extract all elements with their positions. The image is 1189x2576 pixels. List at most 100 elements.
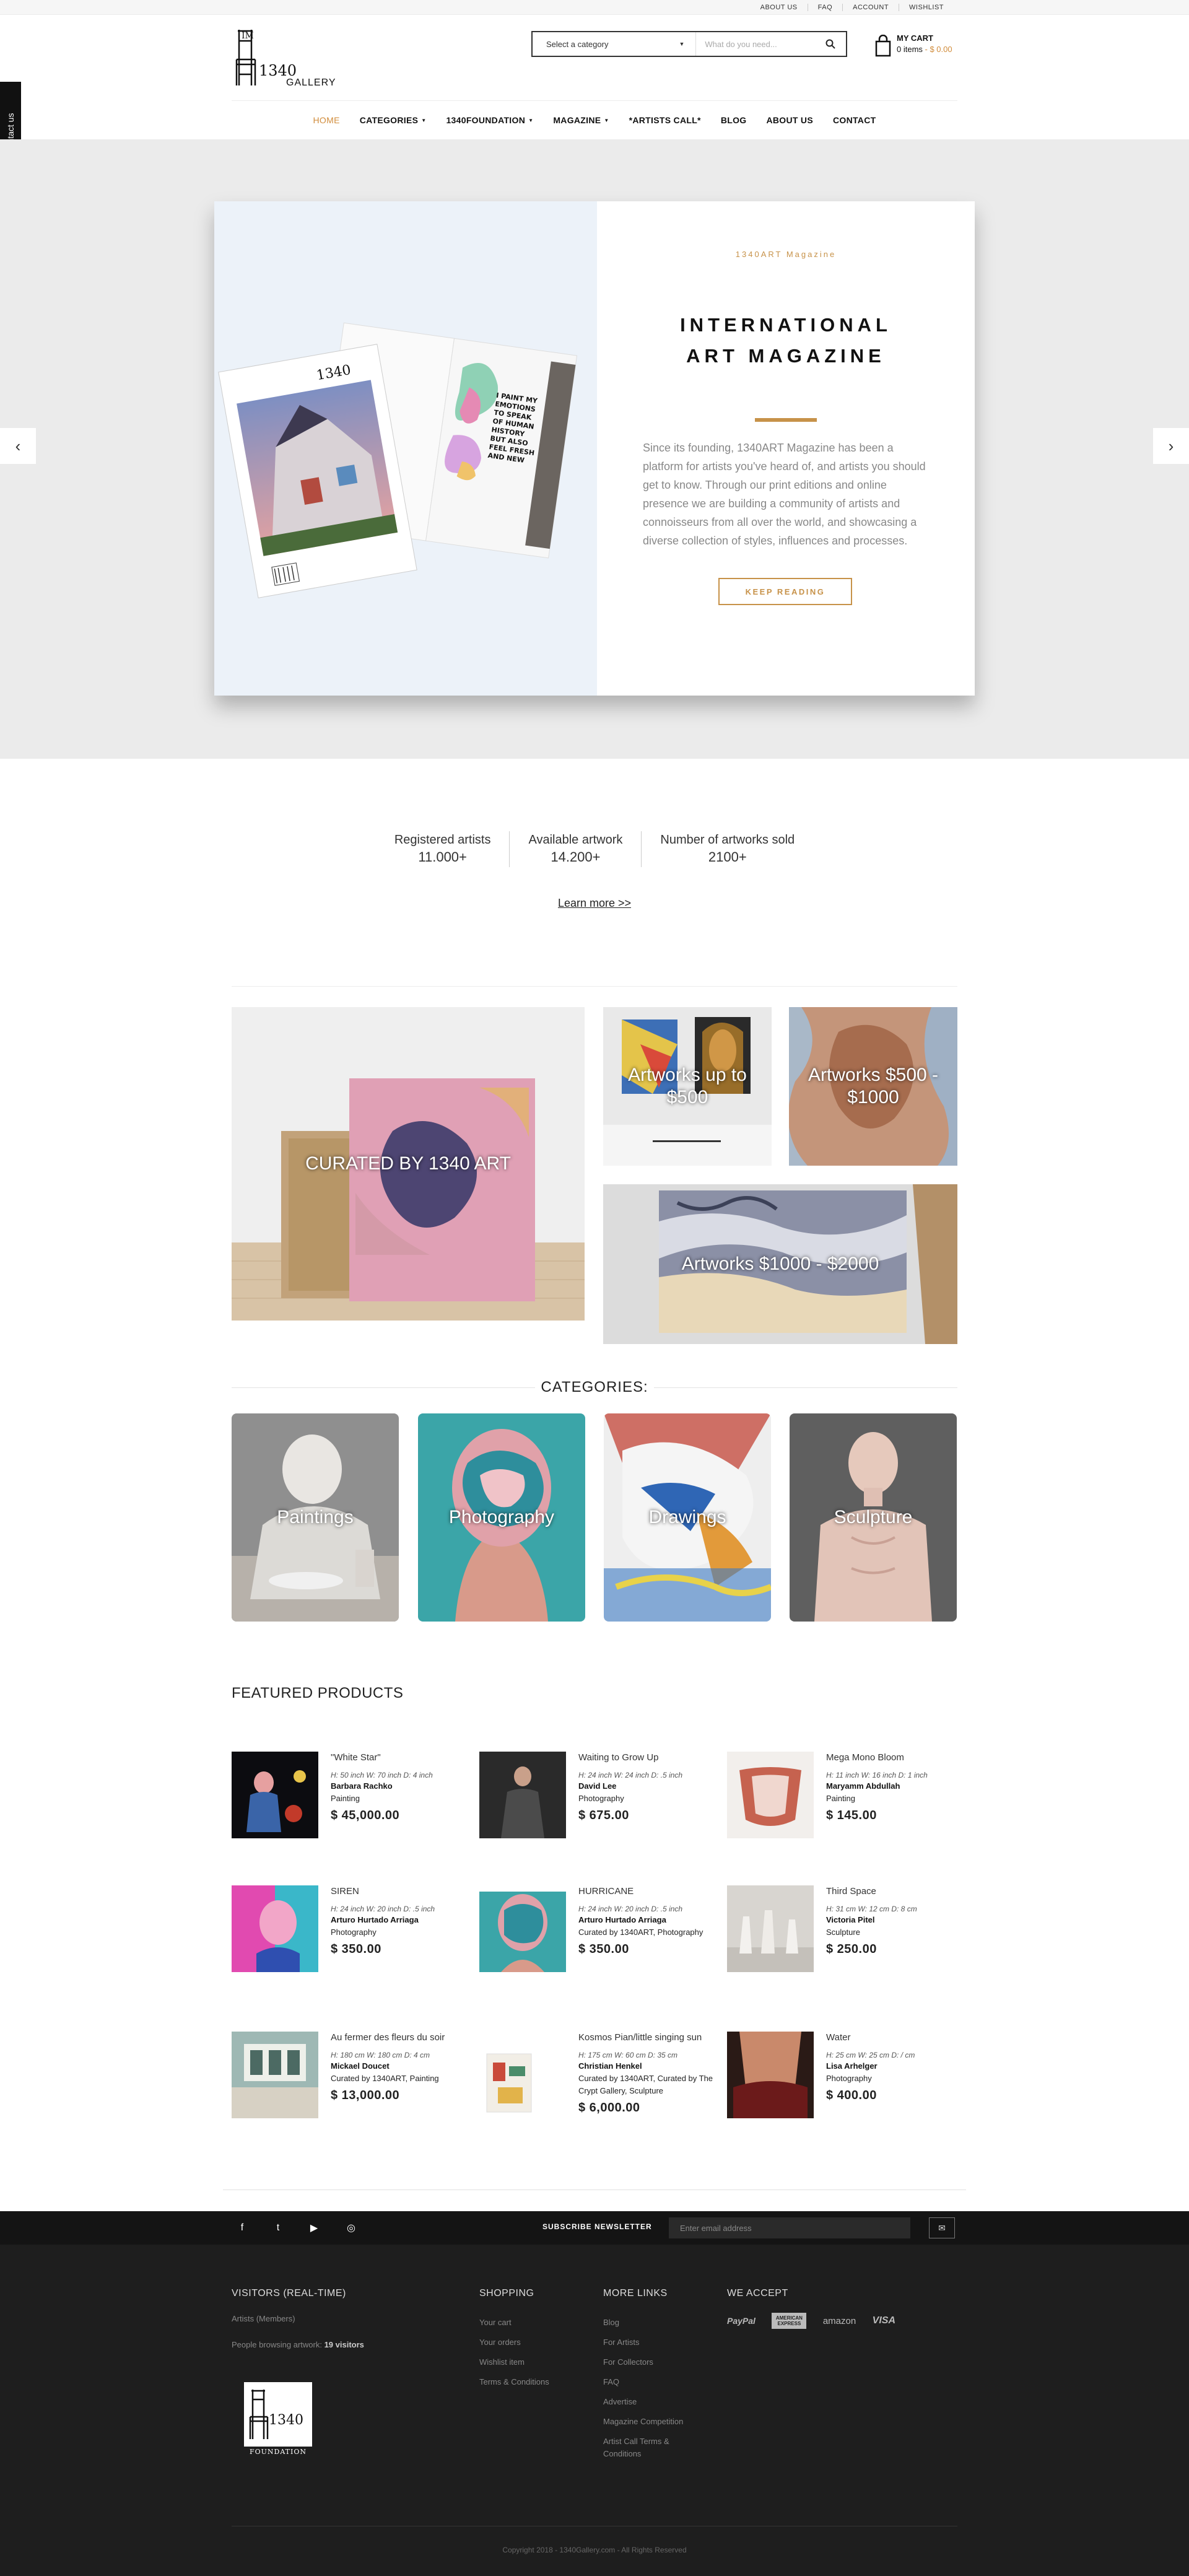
amex-icon: AMERICAN EXPRESS (772, 2313, 807, 2329)
newsletter-email-input[interactable] (669, 2217, 910, 2238)
product-thumbnail[interactable] (727, 2032, 814, 2118)
nav-blog-label: BLOG (720, 115, 747, 125)
facebook-icon[interactable]: f (235, 2221, 249, 2235)
product-artist[interactable]: Christian Henkel (578, 2060, 721, 2072)
search-input[interactable] (696, 32, 816, 56)
product-thumbnail[interactable] (479, 2032, 566, 2118)
footer-link-faq[interactable]: FAQ (603, 2372, 696, 2392)
learn-more-link[interactable]: Learn more >> (558, 897, 631, 909)
youtube-icon[interactable]: ▶ (307, 2221, 321, 2235)
twitter-icon[interactable]: t (271, 2221, 285, 2235)
nav-blog[interactable]: BLOG (721, 115, 747, 125)
hero-card: I PAINT MY EMOTIONS TO SPEAK OF HUMAN HIST… (214, 201, 975, 696)
footer-link-artist-call-terms[interactable]: Artist Call Terms & Conditions (603, 2435, 696, 2460)
instagram-icon[interactable]: ◎ (344, 2221, 358, 2235)
product-thumbnail[interactable] (232, 1752, 318, 1838)
promo-500-1000-label: Artworks $500 - $1000 (808, 1065, 939, 1107)
product-thumbnail[interactable] (479, 1885, 566, 1972)
footer-link-wishlist[interactable]: Wishlist item (479, 2352, 549, 2372)
nav-magazine[interactable]: MAGAZINE ▼ (553, 115, 609, 125)
product-card[interactable]: SIREN H: 24 inch W: 20 inch D: .5 inch A… (232, 1885, 467, 1984)
nav-contact[interactable]: CONTACT (833, 115, 876, 125)
foundation-logo[interactable]: 1340 FOUNDATION (244, 2382, 312, 2456)
product-card[interactable]: Water H: 25 cm W: 25 cm D: / cm Lisa Arh… (727, 2032, 962, 2131)
footer-link-for-collectors[interactable]: For Collectors (603, 2352, 696, 2372)
product-dimensions: H: 31 cm W: 12 cm D: 8 cm (826, 1905, 917, 1913)
product-name[interactable]: Water (826, 2032, 969, 2044)
product-card[interactable]: Au fermer des fleurs du soir H: 180 cm W… (232, 2032, 467, 2131)
product-info: SIREN H: 24 inch W: 20 inch D: .5 inch A… (331, 1885, 473, 1957)
category-photography[interactable]: Photography (418, 1413, 585, 1622)
category-drawings[interactable]: Drawings (604, 1413, 771, 1622)
product-name[interactable]: Kosmos Pian/little singing sun (578, 2032, 721, 2044)
site-stats: Registered artists 11.000+ Available art… (372, 829, 817, 872)
footer-link-for-artists[interactable]: For Artists (603, 2333, 696, 2352)
newsletter-submit-button[interactable]: ✉ (929, 2217, 955, 2238)
product-artist[interactable]: Victoria Pitel (826, 1914, 969, 1926)
nav-home[interactable]: HOME (313, 115, 340, 125)
product-name[interactable]: "White Star" (331, 1752, 473, 1764)
product-name[interactable]: HURRICANE (578, 1885, 721, 1898)
product-thumbnail[interactable] (727, 1885, 814, 1972)
category-photography-label: Photography (448, 1507, 555, 1527)
top-link-faq[interactable]: FAQ (807, 4, 843, 11)
keep-reading-button[interactable]: KEEP READING (718, 578, 852, 605)
product-name[interactable]: Third Space (826, 1885, 969, 1898)
site-logo[interactable]: IM 1340 GALLERY (234, 27, 339, 88)
product-info: Third Space H: 31 cm W: 12 cm D: 8 cm Vi… (826, 1885, 969, 1957)
mini-cart[interactable]: MY CART 0 items - $ 0.00 (873, 32, 960, 59)
product-thumbnail[interactable] (232, 2032, 318, 2118)
footer-link-terms[interactable]: Terms & Conditions (479, 2372, 549, 2392)
product-card[interactable]: "White Star" H: 50 inch W: 70 inch D: 4 … (232, 1752, 467, 1851)
promo-500-1000[interactable]: Artworks $500 - $1000 (789, 1007, 957, 1166)
slider-next-button[interactable]: › (1153, 428, 1189, 464)
footer-shopping-title: SHOPPING (479, 2288, 534, 2299)
promo-curated[interactable]: CURATED BY 1340 ART (232, 1007, 585, 1321)
third-space-image (727, 1885, 814, 1972)
product-card[interactable]: HURRICANE H: 24 inch W: 20 inch D: .5 in… (479, 1885, 715, 1984)
product-price: $ 45,000.00 (331, 1809, 400, 1822)
category-paintings[interactable]: Paintings (232, 1413, 399, 1622)
slider-prev-button[interactable]: ‹ (0, 428, 36, 464)
product-artist[interactable]: David Lee (578, 1780, 721, 1792)
product-thumbnail[interactable] (727, 1752, 814, 1838)
category-sculpture[interactable]: Sculpture (790, 1413, 957, 1622)
top-link-account[interactable]: ACCOUNT (842, 4, 899, 11)
top-link-about[interactable]: ABOUT US (751, 4, 808, 11)
product-card[interactable]: Waiting to Grow Up H: 24 inch W: 24 inch… (479, 1752, 715, 1851)
search-button[interactable] (815, 32, 846, 56)
footer-link-magazine-competition[interactable]: Magazine Competition (603, 2412, 696, 2432)
footer-link-cart[interactable]: Your cart (479, 2313, 549, 2333)
nav-about[interactable]: ABOUT US (766, 115, 813, 125)
hero-slider: ‹ › I PAINT MY EMOTIONS TO SPEAK OF HUMA… (0, 139, 1189, 759)
promo-1000-2000[interactable]: Artworks $1000 - $2000 (603, 1184, 957, 1344)
product-card[interactable]: Third Space H: 31 cm W: 12 cm D: 8 cm Vi… (727, 1885, 962, 1984)
product-artist[interactable]: Barbara Rachko (331, 1780, 473, 1792)
product-artist[interactable]: Arturo Hurtado Arriaga (331, 1914, 473, 1926)
footer-link-blog[interactable]: Blog (603, 2313, 696, 2333)
promo-up-to-500[interactable]: Artworks up to $500 (603, 1007, 772, 1166)
cart-item-count: 0 items (897, 45, 923, 54)
product-card[interactable]: Mega Mono Bloom H: 11 inch W: 16 inch D:… (727, 1752, 962, 1851)
product-artist[interactable]: Lisa Arhelger (826, 2060, 969, 2072)
stat-registered-artists: Registered artists 11.000+ (376, 831, 510, 867)
product-name[interactable]: Au fermer des fleurs du soir (331, 2032, 473, 2044)
product-name[interactable]: Mega Mono Bloom (826, 1752, 969, 1764)
nav-foundation[interactable]: 1340FOUNDATION ▼ (446, 115, 533, 125)
product-artist[interactable]: Arturo Hurtado Arriaga (578, 1914, 721, 1926)
product-thumbnail[interactable] (232, 1885, 318, 1972)
product-artist[interactable]: Mickael Doucet (331, 2060, 473, 2072)
product-name[interactable]: Waiting to Grow Up (578, 1752, 721, 1764)
top-link-wishlist[interactable]: WISHLIST (899, 4, 954, 11)
nav-artists-call[interactable]: *ARTISTS CALL* (629, 115, 701, 125)
nav-categories[interactable]: CATEGORIES ▼ (360, 115, 427, 125)
caret-down-icon: ▼ (528, 118, 534, 123)
visitors-browsing: People browsing artwork: 19 visitors (232, 2339, 364, 2351)
category-select[interactable]: Select a category ▼ (533, 32, 697, 56)
footer-link-orders[interactable]: Your orders (479, 2333, 549, 2352)
product-card[interactable]: Kosmos Pian/little singing sun H: 175 cm… (479, 2032, 715, 2131)
product-name[interactable]: SIREN (331, 1885, 473, 1898)
footer-link-advertise[interactable]: Advertise (603, 2392, 696, 2412)
product-thumbnail[interactable] (479, 1752, 566, 1838)
product-artist[interactable]: Maryamm Abdullah (826, 1780, 969, 1792)
